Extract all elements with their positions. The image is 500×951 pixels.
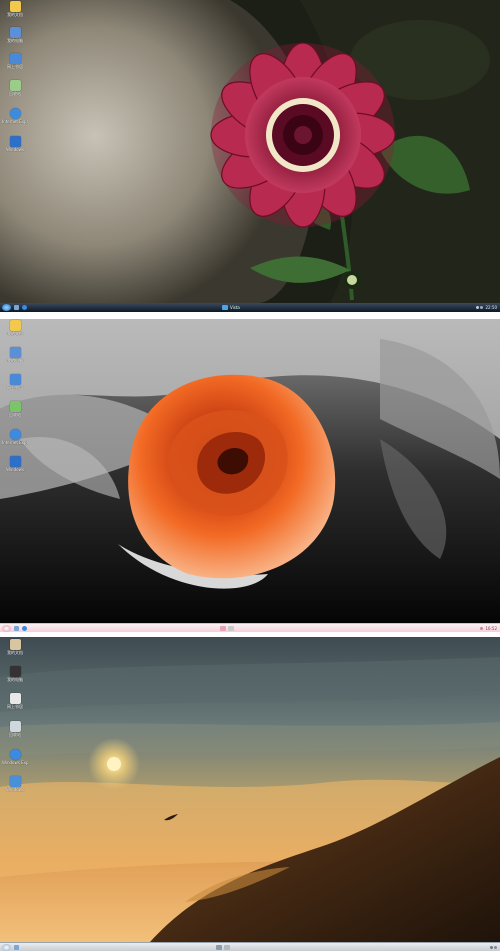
desktop-icon-windows-explorer[interactable]: Windows Explorer [2,749,28,765]
network-tray-icon[interactable] [494,946,497,949]
desktop-icon-my-computer[interactable]: 我的电脑 [2,27,28,43]
desktop-icon-recycle-bin[interactable]: 回收站 [2,721,28,737]
ie-quicklaunch-icon[interactable] [22,626,27,631]
wallpaper-sunset [0,637,500,942]
taskbar-3 [0,942,500,951]
window-icon-2 [224,945,230,950]
network-tray-icon[interactable] [480,306,484,309]
taskbar-1: Vista 22:50 [0,303,500,312]
folder-icon [9,320,21,331]
start-button-icon[interactable] [2,944,11,951]
clock[interactable]: 22:50 [485,305,497,310]
system-tray-3 [489,946,497,949]
wallpaper-flower [0,0,500,303]
desktop-screen-1: 我的文档 我的电脑 网上邻居 回收站 Internet Explorer Win… [0,0,500,312]
window-icon [216,945,222,950]
window-icon [222,305,228,310]
show-desktop-icon[interactable] [14,305,19,310]
desktop-icon-my-documents[interactable]: 我的文档 [2,320,28,336]
desktop-icon-internet-explorer[interactable]: Internet Explorer [2,429,28,445]
taskbar-2: 16:52 [0,623,500,632]
recycle-bin-icon [9,80,21,91]
ie-icon [9,429,21,440]
desktop-icon-windows[interactable]: Windows [2,136,28,152]
network-icon [9,374,21,385]
desktop-icon-my-computer[interactable]: 我的电脑 [2,347,28,363]
desktop-icon-internet-explorer[interactable]: Internet Explorer [2,108,28,124]
desktop-icon-my-computer[interactable]: 我的电脑 [2,666,28,682]
media-player-icon [9,456,21,467]
clock[interactable]: 16:52 [485,626,497,631]
desktop-icon-recycle-bin[interactable]: 回收站 [2,80,28,96]
recycle-bin-icon [9,721,21,732]
ie-quicklaunch-icon[interactable] [22,305,27,310]
desktop-icon-recycle-bin[interactable]: 回收站 [2,401,28,417]
network-icon [9,53,21,64]
window-icon-2 [228,626,234,631]
start-orb-icon[interactable] [2,304,11,311]
wallpaper-rose [0,319,500,623]
folder-icon [9,1,21,12]
show-desktop-icon[interactable] [14,945,19,950]
desktop-icon-windows[interactable]: Windows [2,776,28,792]
show-desktop-icon[interactable] [14,626,19,631]
media-player-icon [9,776,21,787]
network-icon [9,693,21,704]
recycle-bin-icon [9,401,21,412]
ie-icon [9,108,21,119]
desktop-screen-3: 我的文档 我的电脑 网上邻居 回收站 Windows Explorer Wind… [0,637,500,951]
desktop-icon-my-documents[interactable]: 我的文档 [2,1,28,17]
system-tray-2: 16:52 [479,626,497,631]
media-player-icon [9,136,21,147]
desktop-icon-my-documents[interactable]: 我的文档 [2,639,28,655]
computer-icon [9,347,21,358]
computer-icon [9,27,21,38]
ie-icon [9,749,21,760]
desktop-icon-windows[interactable]: Windows [2,456,28,472]
system-tray-1: 22:50 [475,305,497,310]
desktop-screen-2: 我的文档 我的电脑 网上邻居 回收站 Internet Explorer Win… [0,319,500,632]
speaker-icon[interactable] [476,306,480,309]
computer-icon [9,666,21,677]
window-icon [220,626,226,631]
desktop-icon-network[interactable]: 网上邻居 [2,693,28,709]
speaker-icon[interactable] [480,627,484,630]
start-button-icon[interactable] [2,625,11,632]
folder-icon [9,639,21,650]
taskbar-task-2[interactable] [220,626,236,631]
taskbar-task-1[interactable]: Vista [222,305,240,310]
taskbar-task-3[interactable] [216,945,232,950]
desktop-icon-network[interactable]: 网上邻居 [2,53,28,69]
speaker-icon[interactable] [490,946,493,949]
desktop-icon-network[interactable]: 网上邻居 [2,374,28,390]
